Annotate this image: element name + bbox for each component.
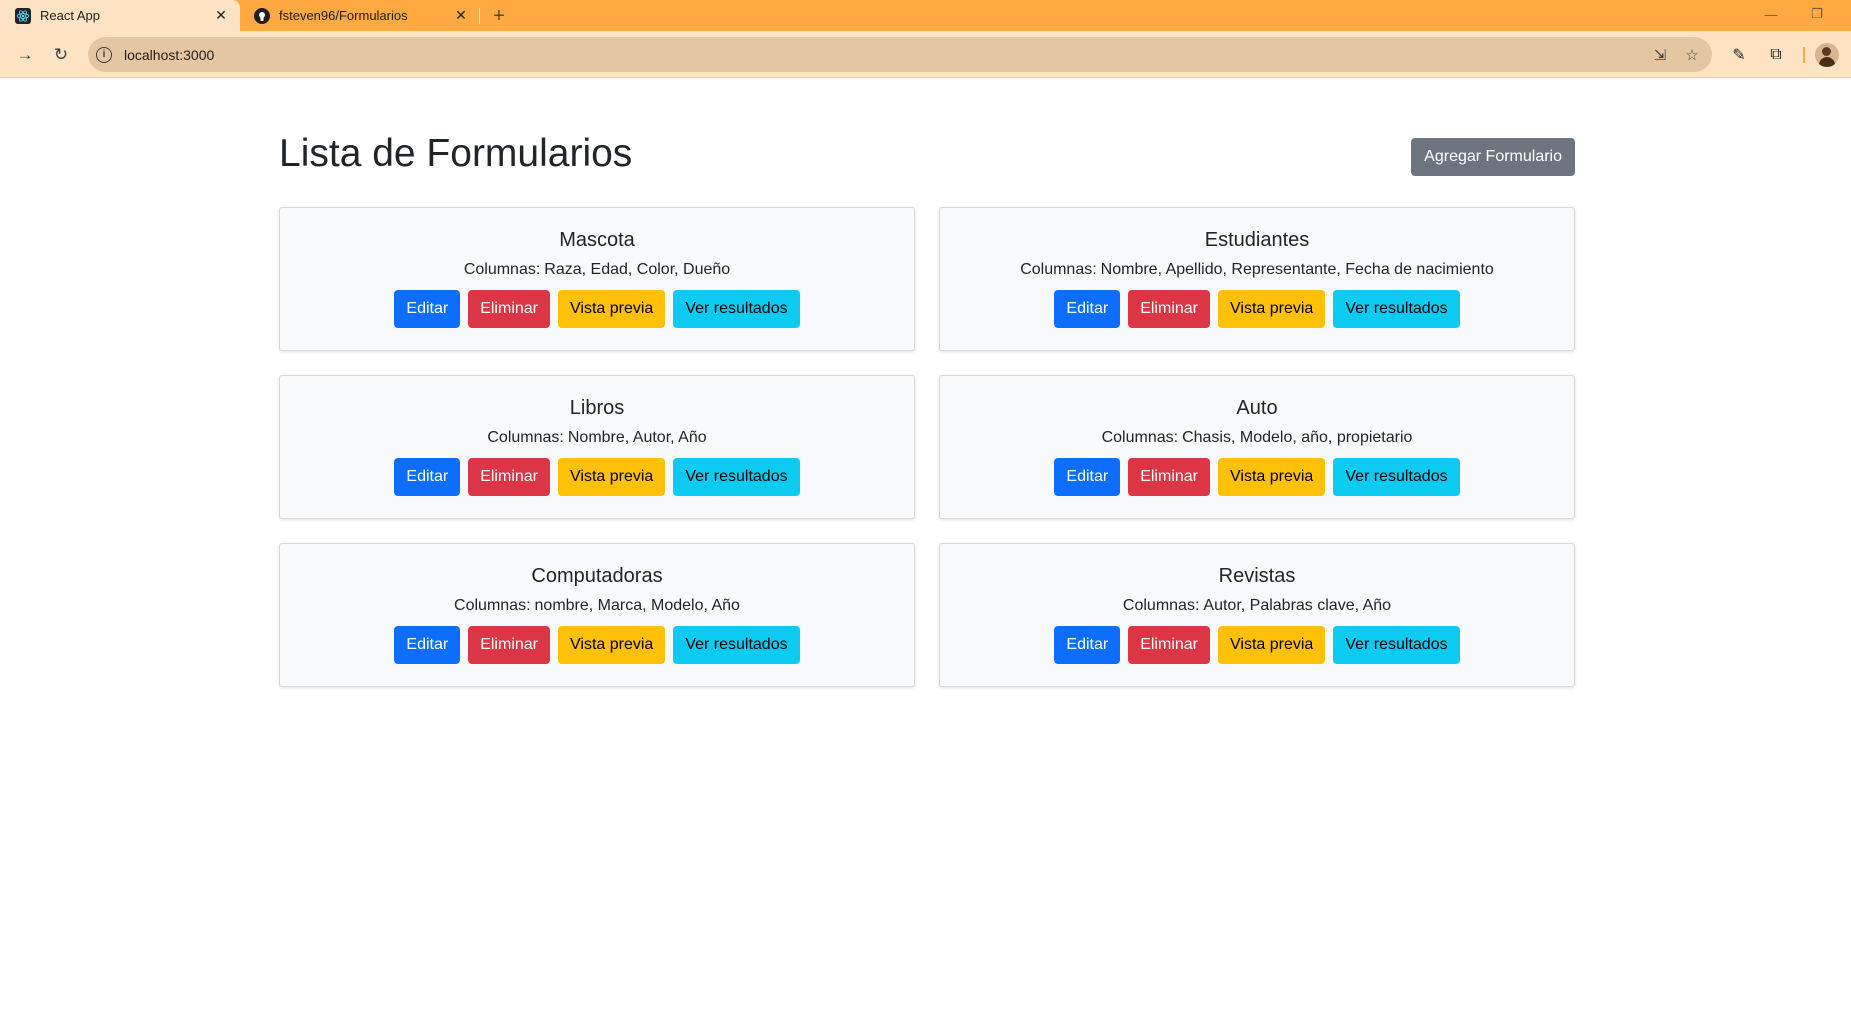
browser-toolbar: → ↻ i localhost:3000 ⇲ ☆ ✎ ⧉ [0, 31, 1851, 78]
columns-label: Columnas: [1101, 429, 1179, 446]
form-columns: Columnas: Nombre, Autor, Año [280, 427, 914, 449]
view-results-button[interactable]: Ver resultados [1333, 290, 1460, 328]
close-icon[interactable]: ✕ [210, 5, 232, 27]
columns-label: Columnas: [454, 597, 531, 614]
add-form-button[interactable]: Agregar Formulario [1411, 138, 1575, 176]
form-columns: Columnas: nombre, Marca, Modelo, Año [280, 595, 914, 617]
form-columns: Columnas: Nombre, Apellido, Representante… [940, 259, 1574, 281]
edit-button[interactable]: Editar [1054, 626, 1121, 664]
new-tab-button[interactable]: + [486, 3, 512, 29]
preview-button[interactable]: Vista previa [558, 290, 666, 328]
view-results-button[interactable]: Ver resultados [673, 290, 800, 328]
card-actions: Editar Eliminar Vista previa Ver resulta… [940, 290, 1574, 328]
form-card: Revistas Columnas: Autor, Palabras clave,… [939, 543, 1575, 687]
card-actions: Editar Eliminar Vista previa Ver resulta… [280, 458, 914, 496]
columns-label: Columnas: [463, 261, 541, 278]
tab-github[interactable]: fsteven96/Formularios ✕ [246, 0, 480, 31]
delete-button[interactable]: Eliminar [1128, 458, 1210, 496]
reload-icon[interactable]: ↻ [46, 40, 76, 70]
form-card: Libros Columnas: Nombre, Autor, Año Edita… [279, 375, 915, 519]
columns-label: Columnas: [487, 429, 564, 446]
pen-icon[interactable]: ✎ [1727, 43, 1751, 67]
forward-arrow-icon[interactable]: → [10, 40, 40, 70]
tab-divider [479, 8, 480, 24]
edit-button[interactable]: Editar [1054, 458, 1121, 496]
preview-button[interactable]: Vista previa [1218, 290, 1326, 328]
view-results-button[interactable]: Ver resultados [673, 626, 800, 664]
react-icon [15, 7, 31, 24]
page-title: Lista de Formularios [279, 132, 633, 175]
profile-avatar[interactable] [1815, 43, 1839, 67]
columns-list: Nombre, Autor, Año [567, 429, 707, 446]
edit-button[interactable]: Editar [394, 458, 461, 496]
form-name: Libros [569, 397, 625, 419]
preview-button[interactable]: Vista previa [558, 626, 666, 664]
form-name: Mascota [559, 229, 635, 251]
edit-button[interactable]: Editar [394, 290, 461, 328]
preview-button[interactable]: Vista previa [558, 458, 666, 496]
forms-grid: Mascota Columnas: Raza, Edad, Color, Dueñ… [279, 207, 1575, 687]
form-card: Mascota Columnas: Raza, Edad, Color, Dueñ… [279, 207, 915, 351]
delete-button[interactable]: Eliminar [1128, 626, 1210, 664]
install-app-icon[interactable]: ⇲ [1648, 43, 1672, 67]
address-bar[interactable]: i localhost:3000 ⇲ ☆ [88, 37, 1712, 72]
columns-label: Columnas: [1122, 597, 1200, 614]
tab-title: React App [40, 8, 100, 23]
github-icon [254, 7, 270, 24]
page-header: Lista de Formularios Agregar Formulario [279, 130, 1575, 178]
delete-button[interactable]: Eliminar [468, 458, 550, 496]
card-actions: Editar Eliminar Vista previa Ver resulta… [940, 626, 1574, 664]
form-name: Estudiantes [1204, 229, 1310, 251]
form-name: Computadoras [531, 565, 663, 587]
edit-button[interactable]: Editar [1054, 290, 1121, 328]
view-results-button[interactable]: Ver resultados [673, 458, 800, 496]
delete-button[interactable]: Eliminar [468, 626, 550, 664]
minimize-icon[interactable]: — [1758, 2, 1784, 26]
columns-list: Raza, Edad, Color, Dueño [544, 261, 731, 278]
form-columns: Columnas: Raza, Edad, Color, Dueño [280, 259, 914, 281]
tab-react-app[interactable]: React App ✕ [0, 0, 240, 31]
columns-label: Columnas: [1020, 261, 1097, 278]
preview-button[interactable]: Vista previa [1218, 458, 1326, 496]
columns-list: Autor, Palabras clave, Año [1203, 597, 1392, 614]
toolbar-divider [1803, 47, 1805, 63]
columns-list: Chasis, Modelo, año, propietario [1182, 429, 1413, 446]
card-actions: Editar Eliminar Vista previa Ver resulta… [940, 458, 1574, 496]
view-results-button[interactable]: Ver resultados [1333, 626, 1460, 664]
form-columns: Columnas: Autor, Palabras clave, Año [940, 595, 1574, 617]
tab-title: fsteven96/Formularios [279, 8, 408, 23]
form-name: Revistas [1218, 565, 1296, 587]
preview-button[interactable]: Vista previa [1218, 626, 1326, 664]
edit-button[interactable]: Editar [394, 626, 461, 664]
delete-button[interactable]: Eliminar [468, 290, 550, 328]
delete-button[interactable]: Eliminar [1128, 290, 1210, 328]
card-actions: Editar Eliminar Vista previa Ver resulta… [280, 626, 914, 664]
form-columns: Columnas: Chasis, Modelo, año, propietari… [940, 427, 1574, 449]
info-icon[interactable]: i [96, 46, 112, 63]
browser-tabstrip: React App ✕ fsteven96/Formularios ✕ + — … [0, 0, 1851, 31]
form-card: Auto Columnas: Chasis, Modelo, año, propi… [939, 375, 1575, 519]
restore-icon[interactable]: ❐ [1804, 2, 1830, 26]
form-card: Estudiantes Columnas: Nombre, Apellido, R… [939, 207, 1575, 351]
close-icon[interactable]: ✕ [450, 5, 472, 27]
bookmark-star-icon[interactable]: ☆ [1680, 43, 1704, 67]
extensions-icon[interactable]: ⧉ [1764, 43, 1788, 67]
card-actions: Editar Eliminar Vista previa Ver resulta… [280, 290, 914, 328]
form-card: Computadoras Columnas: nombre, Marca, Mod… [279, 543, 915, 687]
url-text[interactable]: localhost:3000 [124, 47, 1648, 63]
columns-list: nombre, Marca, Modelo, Año [534, 597, 740, 614]
view-results-button[interactable]: Ver resultados [1333, 458, 1460, 496]
form-name: Auto [1236, 397, 1278, 419]
columns-list: Nombre, Apellido, Representante, Fecha d… [1100, 261, 1494, 278]
